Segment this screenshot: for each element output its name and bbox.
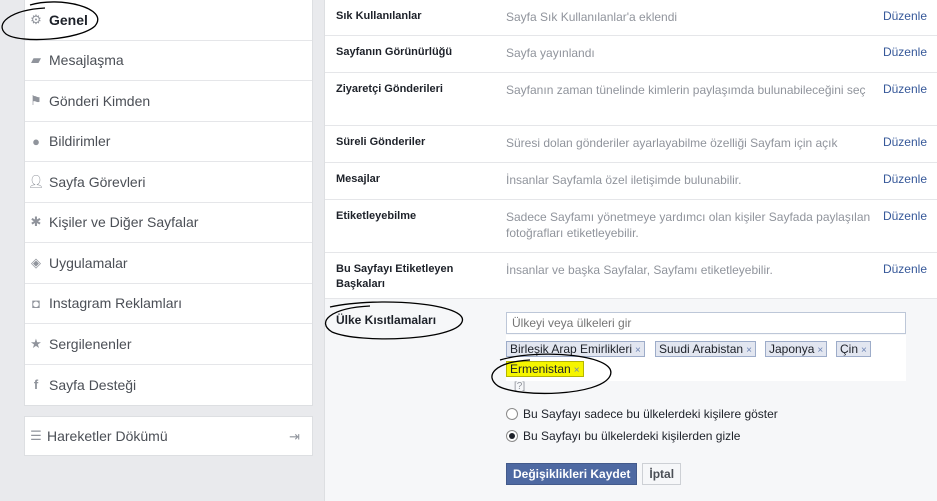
sidebar-item-general[interactable]: ⚙ Genel [25, 0, 312, 41]
row-value: İnsanlar ve başka Sayfalar, Sayfamı etik… [506, 263, 773, 277]
option-label: Bu Sayfayı sadece bu ülkelerdeki kişiler… [523, 407, 778, 421]
cancel-button[interactable]: İptal [642, 463, 682, 485]
sidebar-item-label: Instagram Reklamları [49, 295, 183, 312]
row-value: Sayfanın zaman tünelinde kimlerin paylaş… [506, 83, 866, 97]
remove-token-icon[interactable]: × [635, 345, 641, 356]
sidebar-item-page-roles[interactable]: 👤︎ Sayfa Görevleri [25, 162, 312, 203]
option-hide[interactable]: Bu Sayfayı bu ülkelerdeki kişilerden giz… [506, 429, 740, 443]
chat-icon: ▰ [31, 52, 41, 68]
sidebar-item-label: Sergilenenler [49, 335, 132, 352]
remove-token-icon[interactable]: × [817, 345, 823, 356]
sidebar-item-label: Sayfa Desteği [49, 376, 137, 393]
country-restrictions-label: Ülke Kısıtlamaları [336, 313, 437, 327]
list-icon: ☰ [30, 428, 42, 443]
edit-link[interactable]: Düzenle [883, 209, 927, 223]
flag-icon: ⚑ [30, 92, 42, 108]
sidebar-item-label: Bildirimler [49, 133, 111, 150]
sidebar-item-people-and-pages[interactable]: ✱ Kişiler ve Diğer Sayfalar [25, 203, 312, 243]
settings-row-expiring-posts: Süreli Gönderiler Süresi dolan gönderile… [325, 126, 937, 163]
facebook-icon: f [33, 377, 39, 393]
row-label: Sık Kullanılanlar [336, 10, 422, 22]
settings-row-favorites: Sık Kullanılanlar Sayfa Sık Kullanılanla… [325, 0, 937, 36]
row-label: Ziyaretçi Gönderileri [336, 83, 443, 95]
settings-row-messages: Mesajlar İnsanlar Sayfamla özel iletişim… [325, 163, 937, 200]
sidebar-item-instagram-ads[interactable]: ◘ Instagram Reklamları [25, 284, 312, 324]
row-label: Etiketleyebilme [336, 210, 417, 222]
sidebar-item-page-support[interactable]: f Sayfa Desteği [25, 365, 312, 406]
instagram-icon: ◘ [32, 295, 40, 311]
token-label: Çin [840, 342, 859, 356]
person-icon: 👤︎ [27, 173, 45, 189]
country-token: Japonya × [765, 341, 828, 357]
remove-token-icon[interactable]: × [861, 345, 867, 356]
sidebar-item-label: Mesajlaşma [49, 52, 124, 69]
row-value: Sayfa Sık Kullanılanlar'a eklendi [506, 10, 678, 24]
sidebar-item-apps[interactable]: ◈ Uygulamalar [25, 243, 312, 284]
settings-panel: Sık Kullanılanlar Sayfa Sık Kullanılanla… [324, 0, 937, 501]
token-label: Suudi Arabistan [659, 342, 744, 356]
settings-sidebar: ⚙ Genel ▰ Mesajlaşma ⚑ Gönderi Kimden ● … [24, 0, 313, 456]
gear-icon: ⚙ [30, 11, 42, 27]
option-label: Bu Sayfayı bu ülkelerdeki kişilerden giz… [523, 429, 741, 443]
sidebar-nav: ⚙ Genel ▰ Mesajlaşma ⚑ Gönderi Kimden ● … [24, 0, 313, 406]
country-token-highlighted: Ermenistan × [506, 361, 584, 377]
sidebar-item-label: Sayfa Görevleri [49, 173, 146, 190]
token-label: Ermenistan [510, 362, 571, 376]
sidebar-item-label: Kişiler ve Diğer Sayfalar [49, 214, 199, 231]
help-link[interactable]: [?] [514, 381, 525, 392]
country-input[interactable] [506, 312, 906, 334]
country-tokens: Birleşik Arap Emirlikleri × Suudi Arabist… [506, 335, 906, 381]
settings-row-tagging: Etiketleyebilme Sadece Sayfamı yönetmeye… [325, 200, 937, 253]
row-label: Bu Sayfayı Etiketleyen Başkaları [336, 263, 454, 290]
sidebar-item-post-attribution[interactable]: ⚑ Gönderi Kimden [25, 81, 312, 122]
edit-link[interactable]: Düzenle [883, 172, 927, 186]
sidebar-item-label: Hareketler Dökümü [47, 428, 168, 444]
token-label: Birleşik Arap Emirlikleri [510, 342, 633, 356]
row-value: Sadece Sayfamı yönetmeye yardımcı olan k… [506, 210, 871, 240]
remove-token-icon[interactable]: × [574, 365, 580, 376]
edit-link[interactable]: Düzenle [883, 9, 927, 23]
sidebar-item-notifications[interactable]: ● Bildirimler [25, 122, 312, 162]
sidebar-item-featured[interactable]: ★ Sergilenenler [25, 324, 312, 365]
country-restrictions-editor: Ülke Kısıtlamaları Birleşik Arap Emirlik… [325, 299, 937, 501]
option-show-only[interactable]: Bu Sayfayı sadece bu ülkelerdeki kişiler… [506, 407, 778, 421]
star-icon: ★ [30, 335, 42, 351]
edit-link[interactable]: Düzenle [883, 45, 927, 59]
sidebar-item-messaging[interactable]: ▰ Mesajlaşma [25, 41, 312, 81]
form-actions: Değişiklikleri Kaydet İptal [506, 463, 682, 485]
sidebar-item-label: Gönderi Kimden [49, 92, 151, 109]
people-icon: ✱ [30, 214, 42, 230]
radio-show-only[interactable] [506, 408, 518, 420]
exit-icon: ⇥ [289, 429, 300, 444]
sidebar-item-activity-log[interactable]: ☰ Hareketler Dökümü ⇥ [24, 416, 313, 456]
row-label: Mesajlar [336, 173, 381, 185]
save-changes-button[interactable]: Değişiklikleri Kaydet [506, 463, 638, 485]
country-token: Çin × [836, 341, 871, 357]
edit-link[interactable]: Düzenle [883, 135, 927, 149]
settings-row-visitor-posts: Ziyaretçi Gönderileri Sayfanın zaman tün… [325, 73, 937, 126]
remove-token-icon[interactable]: × [746, 345, 752, 356]
country-token: Suudi Arabistan × [655, 341, 756, 357]
country-token: Birleşik Arap Emirlikleri × [506, 341, 645, 357]
token-label: Japonya [769, 342, 815, 356]
row-value: Süresi dolan gönderiler ayarlayabilme öz… [506, 136, 838, 150]
settings-row-visibility: Sayfanın Görünürlüğü Sayfa yayınlandı Dü… [325, 36, 937, 73]
box-icon: ◈ [31, 254, 41, 270]
row-value: İnsanlar Sayfamla özel iletişimde buluna… [506, 173, 742, 187]
sidebar-item-label: Genel [49, 11, 88, 28]
settings-row-others-tagging: Bu Sayfayı Etiketleyen Başkaları İnsanla… [325, 253, 937, 299]
edit-link[interactable]: Düzenle [883, 82, 927, 96]
row-label: Süreli Gönderiler [336, 136, 426, 148]
row-value: Sayfa yayınlandı [506, 46, 595, 60]
edit-link[interactable]: Düzenle [883, 262, 927, 276]
radio-hide[interactable] [506, 430, 518, 442]
row-label: Sayfanın Görünürlüğü [336, 46, 453, 58]
sidebar-item-label: Uygulamalar [49, 254, 128, 271]
globe-icon: ● [32, 133, 40, 149]
